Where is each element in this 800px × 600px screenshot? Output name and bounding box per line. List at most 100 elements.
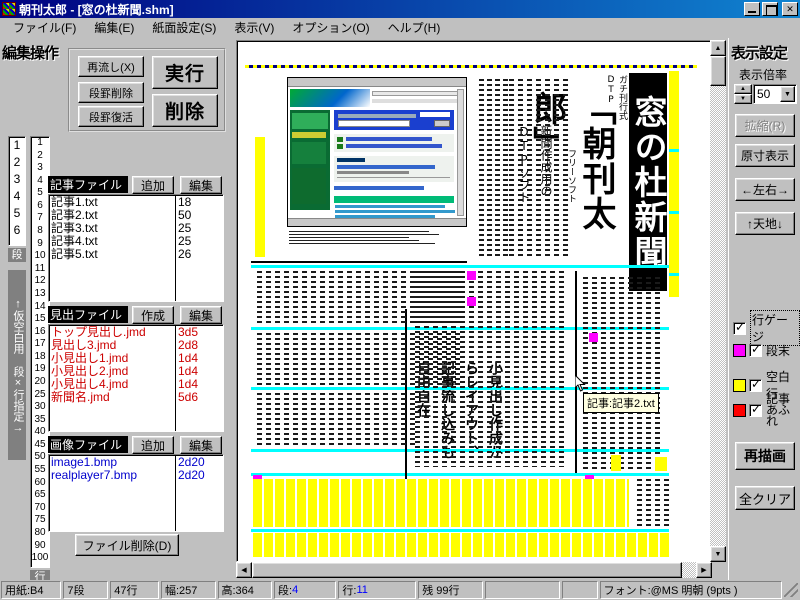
zoom-decrease-button[interactable]: ▼ (734, 94, 752, 104)
menu-file[interactable]: ファイル(F) (4, 17, 85, 38)
overflow-checkbox-row[interactable]: 記事あふれ (733, 393, 800, 427)
body-text[interactable] (581, 277, 667, 469)
rule-restore-button[interactable]: 段罫復活 (78, 106, 144, 127)
ruler-tick[interactable]: 100 (31, 552, 49, 565)
article-edit-button[interactable]: 編集 (180, 176, 222, 194)
ruler-tick[interactable]: 9 (31, 238, 49, 251)
fit-width-button[interactable]: ←左右→ (735, 178, 795, 201)
hscroll-track[interactable] (252, 562, 696, 578)
heading-edit-button[interactable]: 編集 (180, 306, 222, 324)
ruler-tick[interactable]: 3 (9, 171, 25, 188)
line-gauge-checkbox-row[interactable]: 行ゲージ (733, 310, 800, 346)
newspaper-page[interactable]: 窓の杜新聞 「朝刊太郎」 ガチ刊行式DTP フリーソフト 新聞作成用のDTPソフ… (245, 65, 697, 557)
scroll-down-button[interactable]: ▼ (710, 546, 726, 562)
ruler-tick[interactable]: 3 (31, 162, 49, 175)
ruler-tick[interactable]: 13 (31, 288, 49, 301)
ruler-tick[interactable]: 17 (31, 338, 49, 351)
rule-delete-button[interactable]: 段罫削除 (78, 82, 144, 103)
actual-size-button[interactable]: 原寸表示 (735, 144, 795, 167)
ruler-tick[interactable]: 65 (31, 489, 49, 502)
ruler-tick[interactable]: 75 (31, 514, 49, 527)
ruler-tick[interactable]: 55 (31, 464, 49, 477)
menu-help[interactable]: ヘルプ(H) (379, 17, 450, 38)
menu-page-settings[interactable]: 紙面設定(S) (143, 17, 225, 38)
zoom-combobox[interactable]: 50 ▼ (753, 84, 797, 104)
resize-grip[interactable] (784, 583, 798, 597)
fit-height-button[interactable]: ↑天地↓ (735, 212, 795, 235)
ruler-tick[interactable]: 8 (31, 225, 49, 238)
preview-vertical-scrollbar[interactable]: ▲ ▼ (710, 40, 726, 562)
ruler-tick[interactable]: 35 (31, 414, 49, 427)
body-text[interactable] (507, 79, 573, 259)
ruler-tick[interactable]: 19 (31, 363, 49, 376)
body-text[interactable] (635, 479, 669, 527)
scale-button[interactable]: 拡縮(R) (735, 114, 795, 137)
blank-line-checkbox[interactable] (749, 377, 762, 392)
line-gauge-checkbox[interactable] (733, 320, 746, 335)
embedded-screenshot[interactable] (287, 77, 467, 227)
ruler-tick[interactable]: 6 (9, 222, 25, 239)
column-end-checkbox[interactable] (749, 342, 762, 357)
newspaper-masthead[interactable]: 窓の杜新聞 (629, 73, 667, 291)
list-item[interactable]: realplayer7.bmp (51, 469, 173, 482)
main-headline[interactable]: 「朝刊太郎」 (527, 91, 621, 281)
image-edit-button[interactable]: 編集 (180, 436, 222, 454)
ruler-tick[interactable]: 90 (31, 540, 49, 553)
hscroll-thumb[interactable] (252, 562, 682, 578)
heading-create-button[interactable]: 作成 (132, 306, 174, 324)
reflow-button[interactable]: 再流し(X) (78, 56, 144, 77)
zoom-stepper[interactable]: ▲ ▼ (734, 84, 752, 104)
maximize-button[interactable] (762, 2, 778, 16)
ruler-tick[interactable]: 5 (9, 205, 25, 222)
heading-files-list[interactable]: トップ見出し.jmd 見出し3.jmd 小見出し1.jmd 小見出し2.jmd 小見出し… (48, 324, 224, 432)
ruler-tick[interactable]: 16 (31, 326, 49, 339)
list-item[interactable]: 新聞名.jmd (51, 391, 173, 404)
image-files-list[interactable]: image1.bmp realplayer7.bmp 2d20 2d20 (48, 454, 224, 532)
ruler-tick[interactable]: 40 (31, 426, 49, 439)
ruler-tick[interactable]: 10 (31, 250, 49, 263)
ruler-tick[interactable]: 2 (31, 150, 49, 163)
zoom-increase-button[interactable]: ▲ (734, 84, 752, 94)
ruler-tick[interactable]: 6 (31, 200, 49, 213)
ruler-tick[interactable]: 2 (9, 154, 25, 171)
ruler-tick[interactable]: 50 (31, 451, 49, 464)
ruler-tick[interactable]: 7 (31, 212, 49, 225)
article-files-list[interactable]: 記事1.txt 記事2.txt 記事3.txt 記事4.txt 記事5.txt 18 50… (48, 194, 224, 302)
close-button[interactable]: ✕ (782, 2, 798, 16)
line-ruler[interactable]: 1 2 3 4 5 6 7 8 9 10 11 12 13 14 15 16 17 18 19 20 25 30 35 40 4… (30, 136, 50, 568)
redraw-button[interactable]: 再描画 (735, 442, 795, 470)
ruler-tick[interactable]: 18 (31, 351, 49, 364)
ruler-tick[interactable]: 5 (31, 187, 49, 200)
ruler-tick[interactable]: 11 (31, 263, 49, 276)
ruler-tick[interactable]: 14 (31, 301, 49, 314)
execute-button[interactable]: 実行 (152, 56, 218, 89)
menu-edit[interactable]: 編集(E) (85, 17, 143, 38)
ruler-tick[interactable]: 20 (31, 376, 49, 389)
delete-button[interactable]: 削除 (152, 94, 218, 127)
ruler-tick[interactable]: 15 (31, 313, 49, 326)
chevron-down-icon[interactable]: ▼ (780, 86, 795, 102)
scroll-up-button[interactable]: ▲ (710, 40, 726, 56)
ruler-tick[interactable]: 30 (31, 401, 49, 414)
body-text[interactable] (413, 271, 571, 467)
ruler-tick[interactable]: 1 (9, 137, 25, 154)
page-canvas[interactable]: 窓の杜新聞 「朝刊太郎」 ガチ刊行式DTP フリーソフト 新聞作成用のDTPソフ… (236, 40, 712, 562)
ruler-tick[interactable]: 25 (31, 389, 49, 402)
preview-horizontal-scrollbar[interactable]: ◀ ▶ (236, 562, 712, 578)
menu-options[interactable]: オプション(O) (283, 17, 378, 38)
ruler-tick[interactable]: 4 (9, 188, 25, 205)
list-item[interactable]: 記事5.txt (51, 248, 173, 261)
menu-view[interactable]: 表示(V) (225, 17, 283, 38)
clear-all-button[interactable]: 全クリア (735, 486, 795, 510)
column-end-checkbox-row[interactable]: 段末 (733, 342, 790, 359)
ruler-tick[interactable]: 1 (31, 137, 49, 150)
ruler-tick[interactable]: 80 (31, 527, 49, 540)
scroll-right-button[interactable]: ▶ (696, 562, 712, 578)
ruler-tick[interactable]: 60 (31, 477, 49, 490)
vscroll-track[interactable] (710, 56, 726, 546)
file-delete-button[interactable]: ファイル削除(D) (75, 534, 179, 556)
column-ruler[interactable]: 123456 (8, 136, 26, 246)
image-add-button[interactable]: 追加 (132, 436, 174, 454)
ruler-tick[interactable]: 70 (31, 502, 49, 515)
vscroll-thumb[interactable] (710, 56, 726, 86)
